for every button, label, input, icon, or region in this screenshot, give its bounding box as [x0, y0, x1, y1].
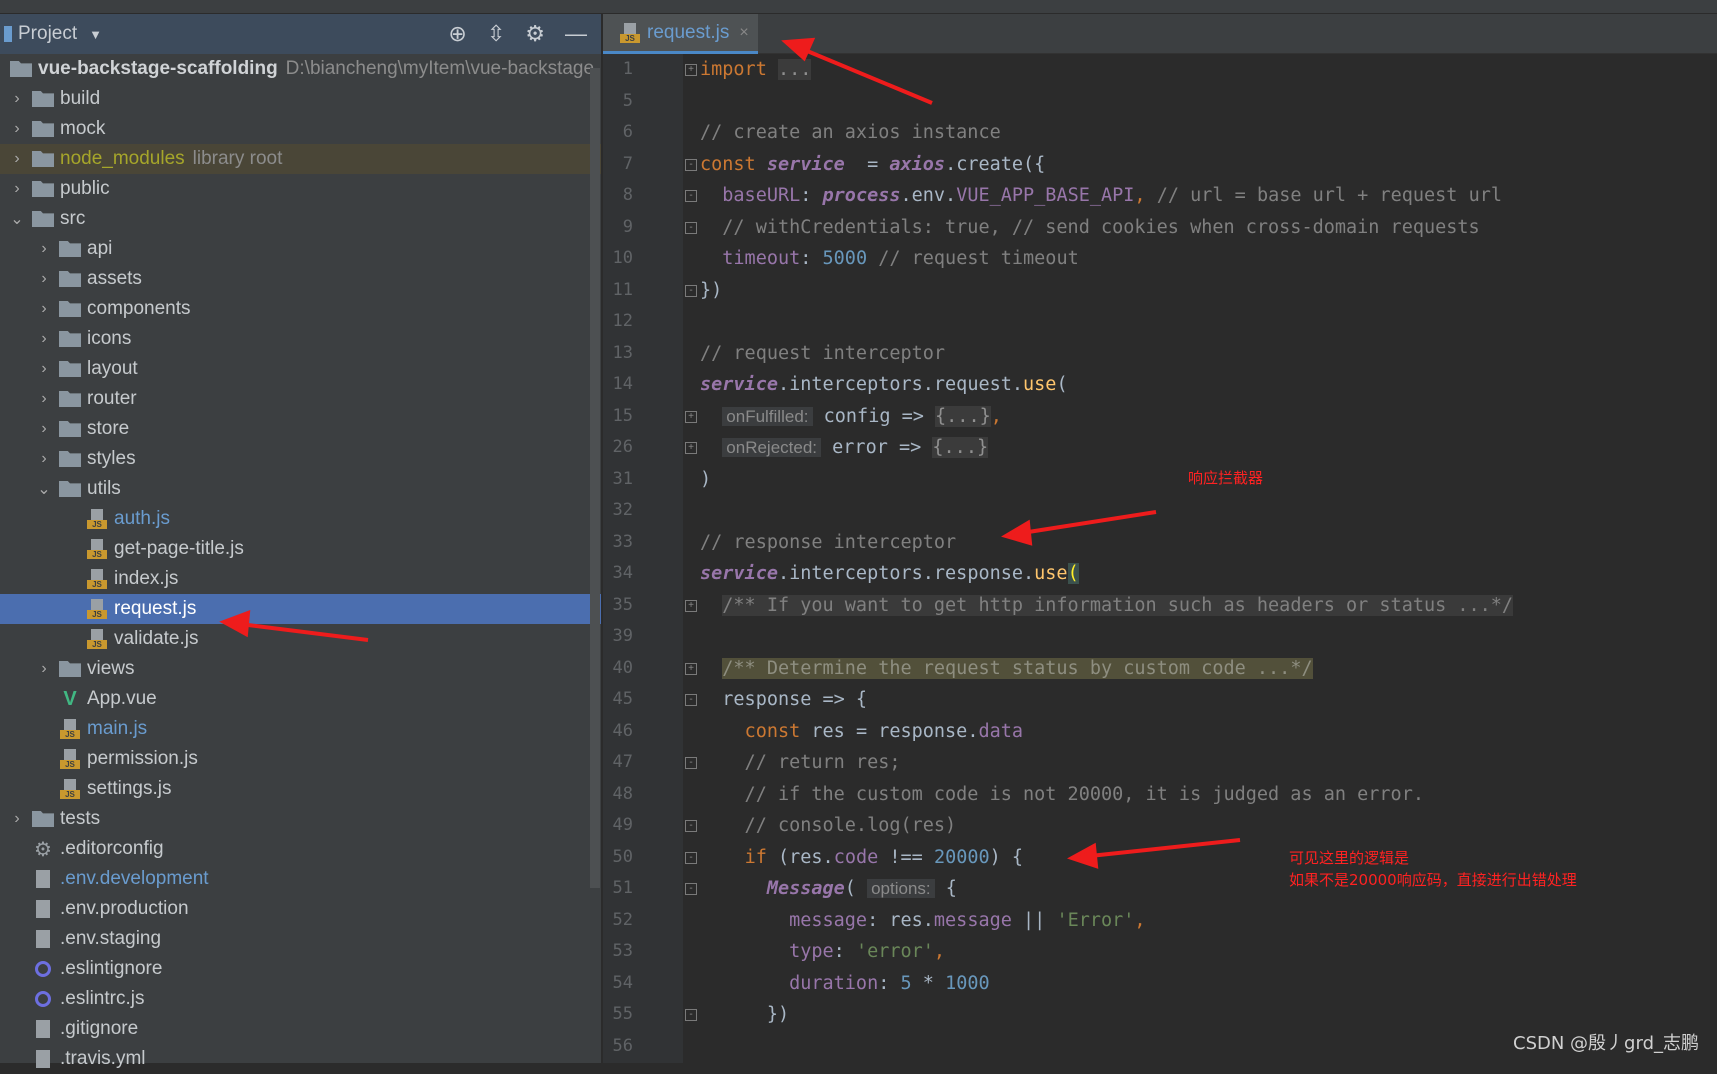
annotation-arrows: [219, 37, 1241, 869]
annotation-response-interceptor: 响应拦截器: [1188, 469, 1264, 487]
annotation-logic-line2: 如果不是20000响应码，直接进行出错处理: [1289, 871, 1577, 889]
arrow-tab: [799, 46, 933, 105]
arrow-request-js: [239, 622, 369, 642]
arrow-response-interceptor: [1021, 510, 1157, 535]
arrowhead-response-interceptor: [1001, 519, 1033, 546]
arrowhead-code-check: [1067, 842, 1099, 869]
arrow-code-check: [1089, 838, 1241, 858]
annotation-logic-line1: 可见这里的逻辑是: [1289, 849, 1410, 867]
arrowhead-tab: [781, 37, 816, 62]
watermark: CSDN @殷丿grd_志鹏: [1513, 1033, 1699, 1054]
arrowhead-request-js: [219, 610, 251, 638]
